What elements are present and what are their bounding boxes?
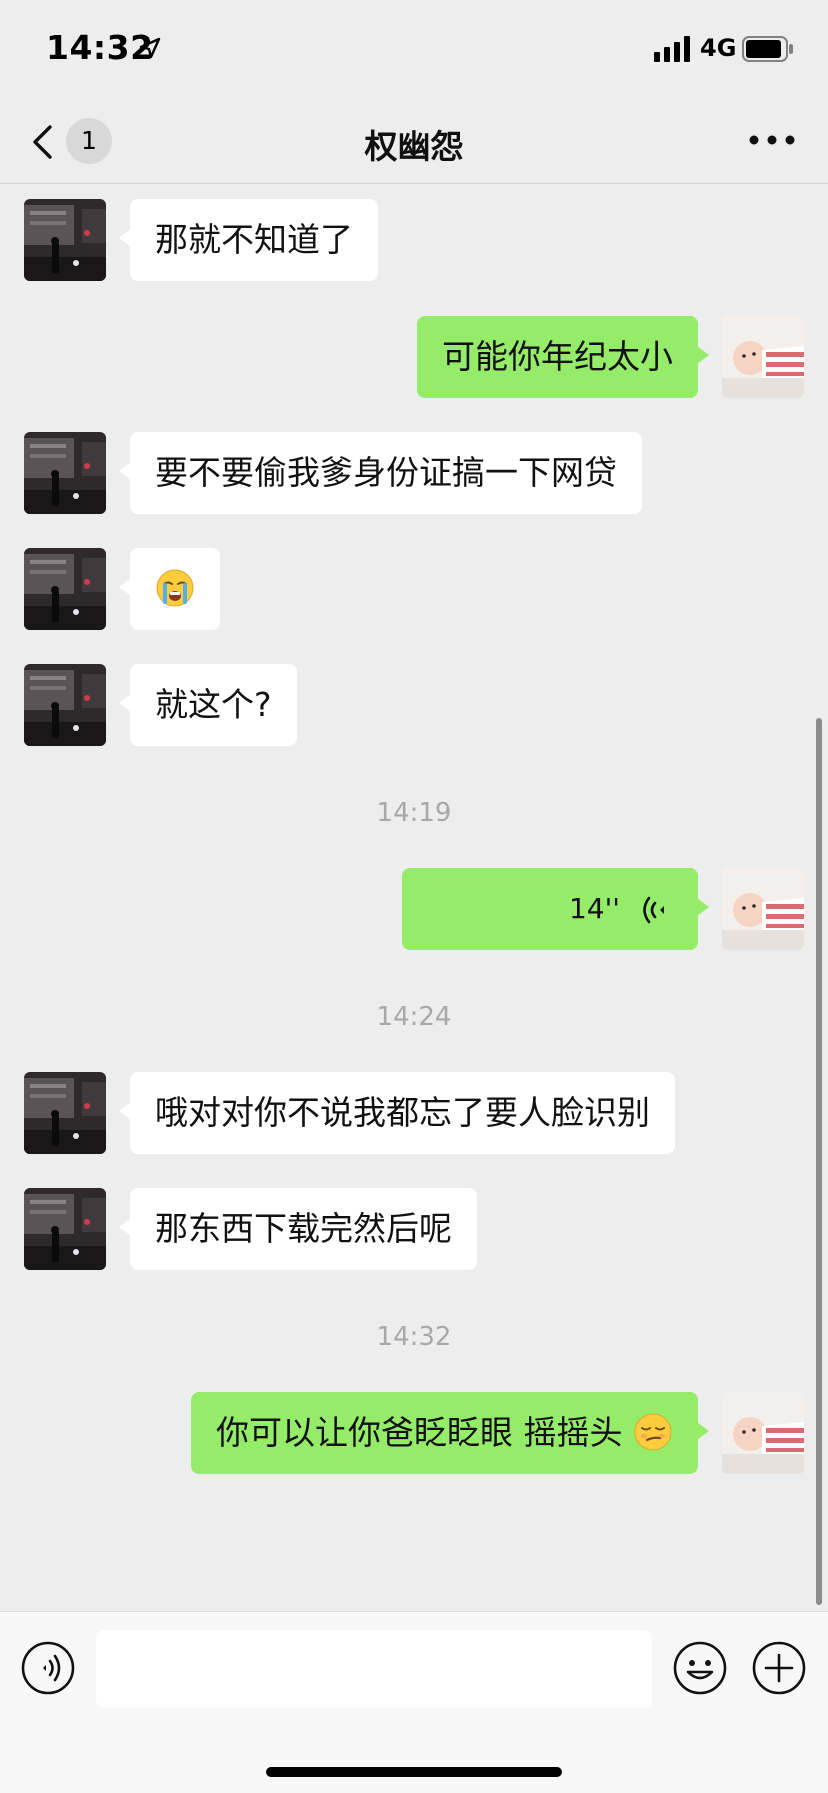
my-avatar[interactable] bbox=[722, 316, 804, 398]
timestamp: 14:24 bbox=[376, 1002, 452, 1032]
voice-duration: 14'' bbox=[568, 892, 620, 925]
location-arrow-icon bbox=[139, 37, 161, 59]
contact-avatar[interactable] bbox=[24, 664, 106, 746]
smiley-icon[interactable] bbox=[673, 1641, 727, 1695]
received-message[interactable]: 就这个? bbox=[119, 664, 297, 746]
timestamp: 14:32 bbox=[376, 1322, 452, 1352]
message-input[interactable] bbox=[96, 1630, 652, 1708]
scrollbar[interactable] bbox=[816, 718, 822, 1605]
signal-bars-icon bbox=[654, 36, 690, 62]
sent-message[interactable]: 你可以让你爸眨眨眼 摇摇头 bbox=[191, 1392, 709, 1474]
sent-message[interactable]: 可能你年纪太小 bbox=[417, 316, 709, 398]
received-message[interactable]: 哦对对你不说我都忘了要人脸识别 bbox=[119, 1072, 675, 1154]
received-message[interactable]: 那就不知道了 bbox=[119, 199, 378, 281]
message-row: 那东西下载完然后呢 bbox=[0, 1188, 828, 1270]
message-row: 要不要偷我爹身份证搞一下网贷 bbox=[0, 432, 828, 514]
message-row bbox=[0, 548, 828, 630]
my-avatar[interactable] bbox=[722, 1392, 804, 1474]
sent-message-text: 你可以让你爸眨眨眼 摇摇头 bbox=[216, 1413, 623, 1452]
message-row: 哦对对你不说我都忘了要人脸识别 bbox=[0, 1072, 828, 1154]
home-indicator bbox=[266, 1767, 562, 1777]
contact-avatar[interactable] bbox=[24, 432, 106, 514]
message-row: 你可以让你爸眨眨眼 摇摇头 bbox=[0, 1392, 828, 1474]
status-bar: 14:32 4G bbox=[0, 0, 828, 100]
contact-avatar[interactable] bbox=[24, 1072, 106, 1154]
smirking-face-icon bbox=[634, 1413, 672, 1450]
plus-circle-icon[interactable] bbox=[752, 1641, 806, 1695]
message-row: 14'' bbox=[0, 868, 828, 950]
voice-message[interactable]: 14'' bbox=[402, 868, 709, 950]
voice-input-icon[interactable] bbox=[21, 1641, 75, 1695]
chevron-left-icon bbox=[33, 125, 52, 159]
chat-title: 权幽怨 bbox=[364, 127, 464, 166]
contact-avatar[interactable] bbox=[24, 1188, 106, 1270]
message-list[interactable]: 那就不知道了 可能你年纪太小 要不要偷我爹身份证搞一下网贷 就这个? 14:19… bbox=[0, 184, 828, 1610]
input-bar bbox=[0, 1611, 828, 1793]
unread-badge: 1 bbox=[66, 118, 112, 164]
network-type: 4G bbox=[700, 34, 737, 62]
loudly-crying-face-icon bbox=[156, 569, 194, 606]
received-message[interactable]: 要不要偷我爹身份证搞一下网贷 bbox=[119, 432, 642, 514]
battery-icon bbox=[742, 36, 793, 62]
received-emoji-message[interactable] bbox=[119, 548, 220, 630]
contact-avatar[interactable] bbox=[24, 548, 106, 630]
message-row: 那就不知道了 bbox=[0, 199, 828, 281]
message-row: 就这个? bbox=[0, 664, 828, 746]
more-dots-icon[interactable] bbox=[744, 120, 800, 160]
timestamp: 14:19 bbox=[376, 798, 452, 828]
voice-wave-icon bbox=[643, 896, 664, 924]
received-message[interactable]: 那东西下载完然后呢 bbox=[119, 1188, 477, 1270]
message-row: 可能你年纪太小 bbox=[0, 316, 828, 398]
my-avatar[interactable] bbox=[722, 868, 804, 950]
back-button[interactable]: 1 bbox=[24, 114, 124, 168]
nav-bar: 1 权幽怨 bbox=[0, 100, 828, 184]
contact-avatar[interactable] bbox=[24, 199, 106, 281]
